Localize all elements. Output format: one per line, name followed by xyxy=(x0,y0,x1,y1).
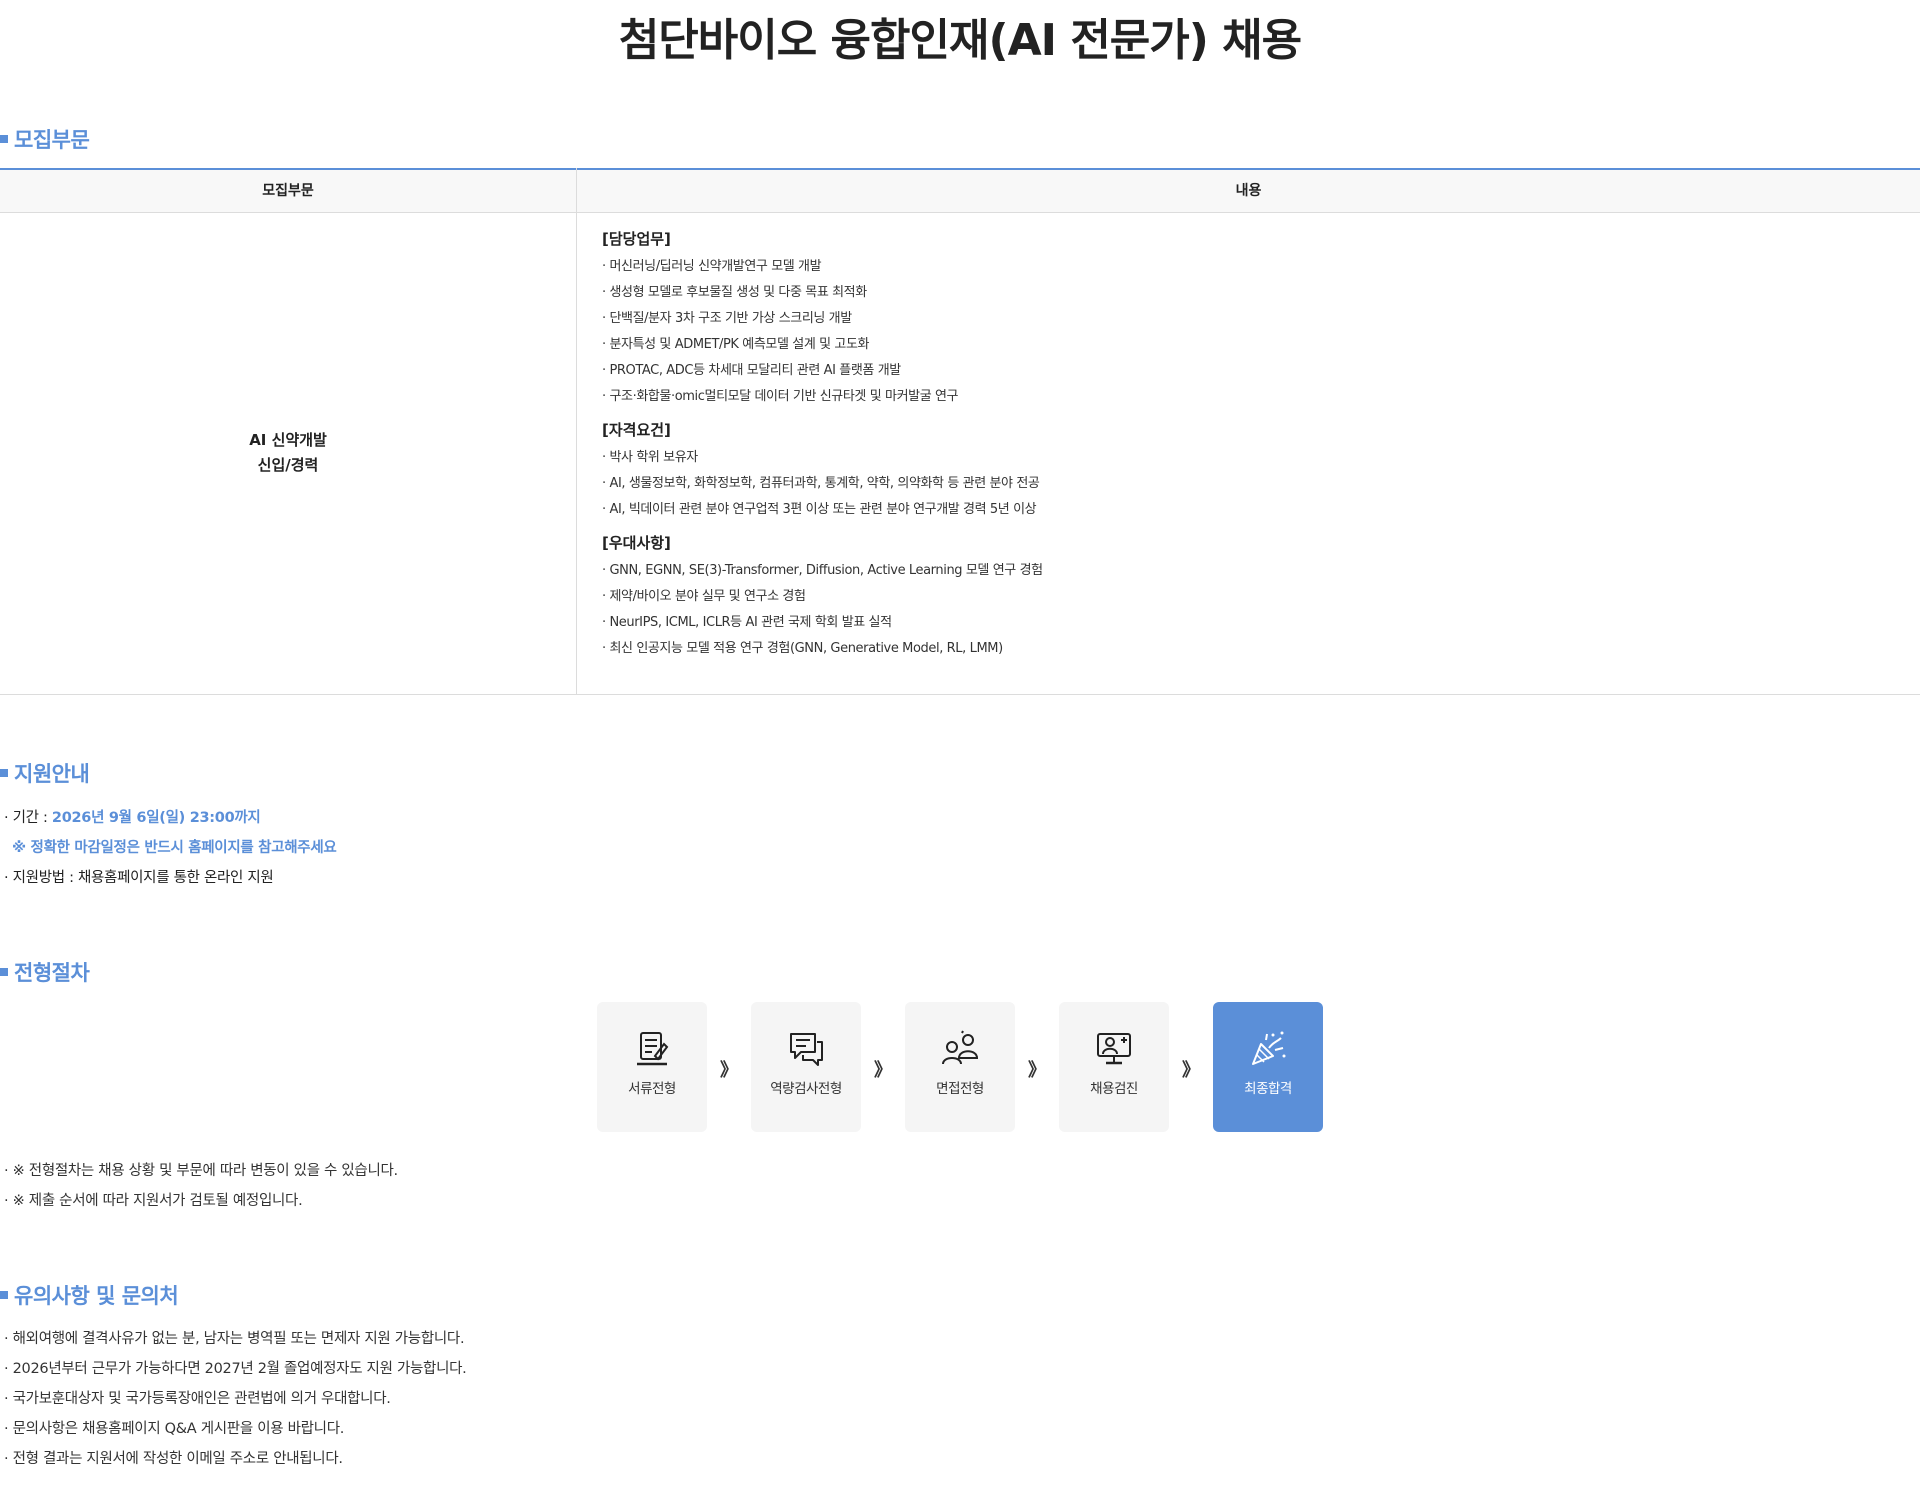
process-note: · ※ 제출 순서에 따라 지원서가 검토될 예정입니다. xyxy=(4,1193,303,1209)
list-item: · 단백질/분자 3차 구조 기반 가상 스크리닝 개발 xyxy=(602,311,852,326)
table-bottom-border xyxy=(0,694,1920,695)
process-notes: · ※ 전형절차는 채용 상황 및 부문에 따라 변동이 있을 수 있습니다. … xyxy=(4,1156,398,1216)
list-item: · 최신 인공지능 모델 적용 연구 경험(GNN, Generative Mo… xyxy=(602,641,1003,656)
table-category-cell: AI 신약개발 신입/경력 xyxy=(0,428,576,478)
section-title-text: 유의사항 및 문의처 xyxy=(14,1284,179,1308)
process-step-assessment: 역량검사전형 xyxy=(751,1002,861,1132)
notice-item: · 해외여행에 결격사유가 없는 분, 남자는 병역필 또는 면제자 지원 가능… xyxy=(4,1331,465,1347)
group-title: [우대사항] xyxy=(602,534,671,552)
page-title: 첨단바이오 융합인재(AI 전문가) 채용 xyxy=(618,15,1302,66)
period-value: 2026년 9월 6일(일) 23:00까지 xyxy=(51,810,261,826)
notice-item: · 전형 결과는 지원서에 작성한 이메일 주소로 안내됩니다. xyxy=(4,1451,343,1467)
notice-item: · 2026년부터 근무가 가능하다면 2027년 2월 졸업예정자도 지원 가… xyxy=(4,1361,467,1377)
process-note: · ※ 전형절차는 채용 상황 및 부문에 따라 변동이 있을 수 있습니다. xyxy=(4,1163,398,1179)
section-title-apply: 지원안내 xyxy=(0,758,90,788)
process-arrow-icon: 》 xyxy=(1028,1060,1046,1081)
people-icon xyxy=(942,1030,979,1065)
notice-item: · 국가보훈대상자 및 국가등록장애인은 관련법에 의거 우대합니다. xyxy=(4,1391,391,1407)
table-header-content: 내용 xyxy=(1235,183,1262,199)
list-item: · NeurIPS, ICML, ICLR등 AI 관련 국제 학회 발표 실적 xyxy=(602,615,892,630)
list-item: · 제약/바이오 분야 실무 및 연구소 경험 xyxy=(602,589,806,604)
list-item: · 박사 학위 보유자 xyxy=(602,450,698,465)
list-item: · 분자특성 및 ADMET/PK 예측모델 설계 및 고도화 xyxy=(602,337,870,352)
step-label: 채용검진 xyxy=(1090,1081,1138,1097)
process-step-final: 최종합격 xyxy=(1213,1002,1323,1132)
process-arrow-icon: 》 xyxy=(1182,1060,1200,1081)
process-arrow-icon: 》 xyxy=(720,1060,738,1081)
list-item: · GNN, EGNN, SE(3)-Transformer, Diffusio… xyxy=(602,563,1043,578)
process-flow: 서류전형 》 역량검사전형 》 면접전형 》 채용검진 》 최종합격 xyxy=(597,1002,1323,1132)
apply-method: · 지원방법 : 채용홈페이지를 통한 온라인 지원 xyxy=(4,870,274,886)
process-arrow-icon: 》 xyxy=(874,1060,892,1081)
section-title-text: 전형절차 xyxy=(14,961,90,985)
group-title: [담당업무] xyxy=(602,230,671,248)
category-name: AI 신약개발 xyxy=(249,431,327,449)
section-bullet-icon xyxy=(0,769,8,777)
process-step-checkup: 채용검진 xyxy=(1059,1002,1169,1132)
section-title-process: 전형절차 xyxy=(0,957,90,987)
step-label: 면접전형 xyxy=(936,1081,984,1097)
section-title-text: 모집부문 xyxy=(14,128,90,152)
step-label: 서류전형 xyxy=(628,1081,676,1097)
category-type: 신입/경력 xyxy=(257,456,319,474)
monitor-doctor-icon xyxy=(1097,1033,1131,1065)
table-divider xyxy=(576,168,577,695)
period-label: · 기간 : xyxy=(4,810,52,826)
list-item: · PROTAC, ADC등 차세대 모달리티 관련 AI 플랫폼 개발 xyxy=(602,363,901,378)
table-content-cell: [담당업무] · 머신러닝/딥러닝 신약개발연구 모델 개발 · 생성형 모델로… xyxy=(602,228,1892,671)
list-item: · AI, 생물정보학, 화학정보학, 컴퓨터과학, 통계학, 약학, 의약화학… xyxy=(602,476,1040,491)
list-item: · 생성형 모델로 후보물질 생성 및 다중 목표 최적화 xyxy=(602,285,867,300)
table-header-category: 모집부문 xyxy=(262,183,314,199)
qualification-group: [자격요건] · 박사 학위 보유자 · AI, 생물정보학, 화학정보학, 컴… xyxy=(602,419,1892,523)
section-title-notice: 유의사항 및 문의처 xyxy=(0,1280,179,1310)
section-title-text: 지원안내 xyxy=(14,762,90,786)
list-item: · 머신러닝/딥러닝 신약개발연구 모델 개발 xyxy=(602,259,822,274)
recruit-table: 모집부문 내용 AI 신약개발 신입/경력 [담당업무] · 머신러닝/딥러닝 … xyxy=(0,168,1920,695)
party-popper-icon xyxy=(1252,1031,1286,1065)
document-icon xyxy=(637,1032,669,1066)
notice-item: · 문의사항은 채용홈페이지 Q&A 게시판을 이용 바랍니다. xyxy=(4,1421,345,1437)
list-item: · AI, 빅데이터 관련 분야 연구업적 3편 이상 또는 관련 분야 연구개… xyxy=(602,502,1037,517)
section-bullet-icon xyxy=(0,135,8,143)
preference-group: [우대사항] · GNN, EGNN, SE(3)-Transformer, D… xyxy=(602,532,1892,662)
section-bullet-icon xyxy=(0,968,8,976)
period-note: ※ 정확한 마감일정은 반드시 홈페이지를 참고해주세요 xyxy=(12,840,337,856)
step-label: 역량검사전형 xyxy=(770,1081,842,1097)
table-header-row: 모집부문 내용 xyxy=(0,168,1920,213)
list-item: · 구조·화합물·omic멀티모달 데이터 기반 신규타겟 및 마커발굴 연구 xyxy=(602,389,959,404)
step-label: 최종합격 xyxy=(1244,1081,1292,1097)
group-title: [자격요건] xyxy=(602,421,671,439)
duty-group: [담당업무] · 머신러닝/딥러닝 신약개발연구 모델 개발 · 생성형 모델로… xyxy=(602,228,1892,410)
recruitment-page: 첨단바이오 융합인재(AI 전문가) 채용 모집부문 모집부문 내용 AI 신약… xyxy=(0,0,1920,1494)
notice-list: · 해외여행에 결격사유가 없는 분, 남자는 병역필 또는 면제자 지원 가능… xyxy=(4,1324,467,1474)
chat-icon xyxy=(790,1033,823,1066)
process-step-interview: 면접전형 xyxy=(905,1002,1015,1132)
process-step-document: 서류전형 xyxy=(597,1002,707,1132)
apply-period: · 기간 : 2026년 9월 6일(일) 23:00까지 xyxy=(4,803,336,833)
apply-info: · 기간 : 2026년 9월 6일(일) 23:00까지 ※ 정확한 마감일정… xyxy=(4,803,337,893)
section-title-recruit: 모집부문 xyxy=(0,124,90,154)
section-bullet-icon xyxy=(0,1291,8,1299)
